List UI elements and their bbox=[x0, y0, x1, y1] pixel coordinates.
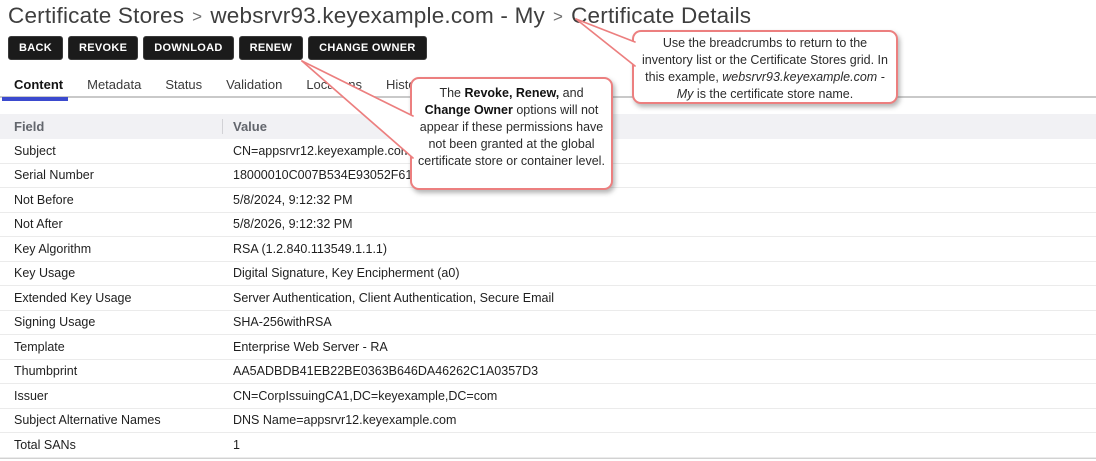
table-row-signing-usage: Signing Usage SHA-256withRSA bbox=[0, 311, 1096, 336]
revoke-button[interactable]: REVOKE bbox=[68, 36, 138, 60]
tab-locations[interactable]: Locations bbox=[294, 75, 374, 96]
table-row-not-before: Not Before 5/8/2024, 9:12:32 PM bbox=[0, 188, 1096, 213]
table-row-template: Template Enterprise Web Server - RA bbox=[0, 335, 1096, 360]
renew-button[interactable]: RENEW bbox=[239, 36, 303, 60]
certificate-details-page: Certificate Stores > websrvr93.keyexampl… bbox=[0, 0, 1096, 461]
table-row-issuer: Issuer CN=CorpIssuingCA1,DC=keyexample,D… bbox=[0, 384, 1096, 409]
active-tab-underline bbox=[2, 97, 68, 101]
table-row-extended-key-usage: Extended Key Usage Server Authentication… bbox=[0, 286, 1096, 311]
table-row-key-usage: Key Usage Digital Signature, Key Enciphe… bbox=[0, 262, 1096, 287]
toolbar: BACK REVOKE DOWNLOAD RENEW CHANGE OWNER bbox=[8, 36, 427, 60]
tab-metadata[interactable]: Metadata bbox=[75, 75, 153, 96]
tab-content[interactable]: Content bbox=[2, 75, 75, 96]
breadcrumb: Certificate Stores > websrvr93.keyexampl… bbox=[8, 0, 751, 32]
table-row-thumbprint: Thumbprint AA5ADBDB41EB22BE0363B646DA462… bbox=[0, 360, 1096, 385]
callout-permissions-note: The Revoke, Renew, and Change Owner opti… bbox=[410, 77, 613, 190]
table-row-key-algorithm: Key Algorithm RSA (1.2.840.113549.1.1.1) bbox=[0, 237, 1096, 262]
breadcrumb-item-store-name[interactable]: websrvr93.keyexample.com - My bbox=[210, 3, 545, 29]
table-row-total-sans: Total SANs 1 bbox=[0, 433, 1096, 458]
column-header-value: Value bbox=[222, 119, 1096, 134]
back-button[interactable]: BACK bbox=[8, 36, 63, 60]
breadcrumb-separator-icon: > bbox=[192, 6, 202, 27]
breadcrumb-item-certificate-stores[interactable]: Certificate Stores bbox=[8, 3, 184, 29]
tab-validation[interactable]: Validation bbox=[214, 75, 294, 96]
breadcrumb-separator-icon: > bbox=[553, 6, 563, 27]
table-row-not-after: Not After 5/8/2026, 9:12:32 PM bbox=[0, 213, 1096, 238]
table-row-subject-alternative-names: Subject Alternative Names DNS Name=appsr… bbox=[0, 409, 1096, 434]
change-owner-button[interactable]: CHANGE OWNER bbox=[308, 36, 427, 60]
page-title: Certificate Details bbox=[571, 3, 751, 29]
download-button[interactable]: DOWNLOAD bbox=[143, 36, 233, 60]
callout-breadcrumb-note: Use the breadcrumbs to return to the inv… bbox=[632, 30, 898, 104]
tab-status[interactable]: Status bbox=[153, 75, 214, 96]
column-header-field: Field bbox=[0, 119, 222, 134]
